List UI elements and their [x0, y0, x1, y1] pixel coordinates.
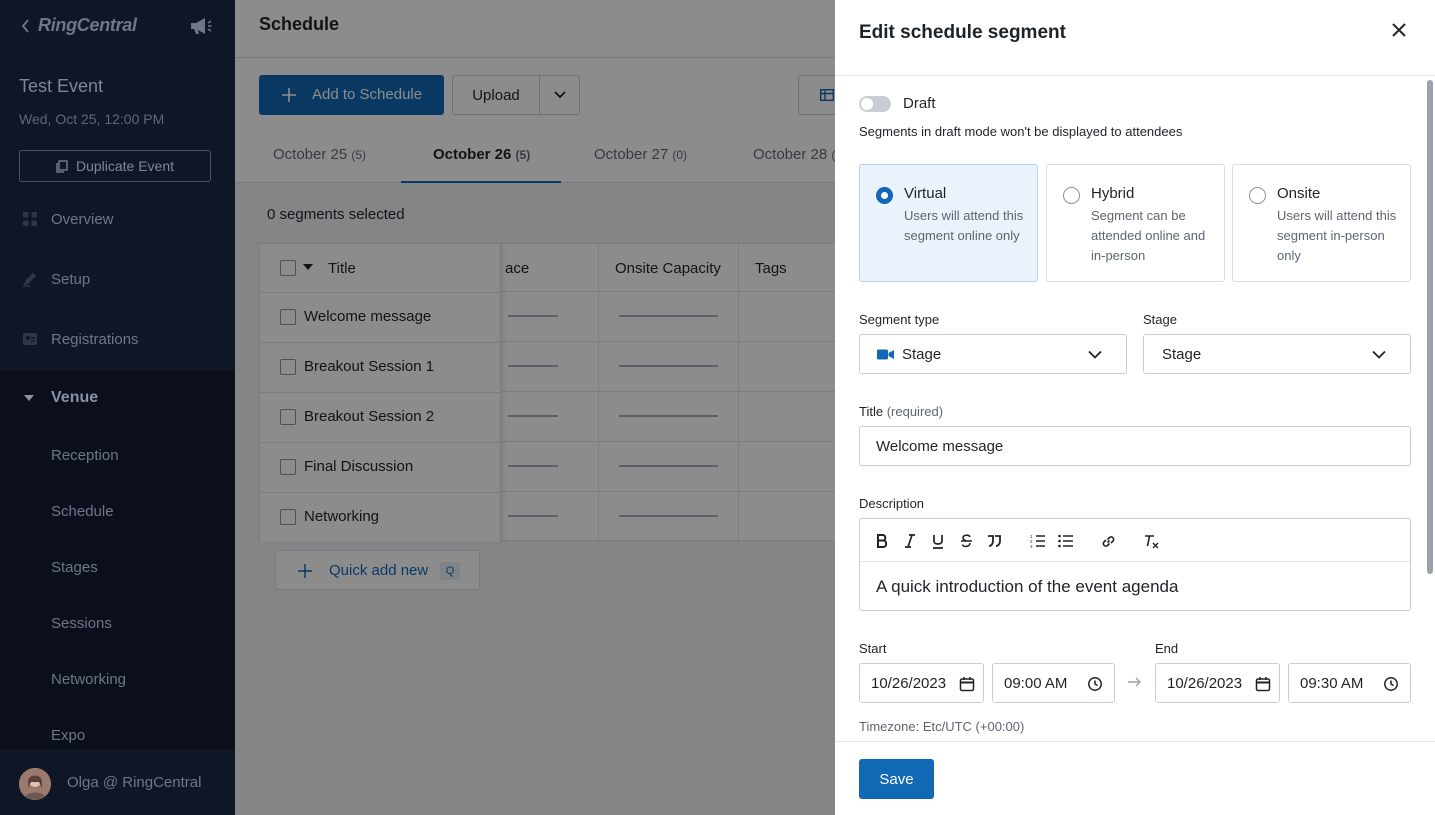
divider: [835, 741, 1435, 742]
chevron-down-icon: [1088, 350, 1102, 359]
mode-title: Hybrid: [1091, 185, 1135, 202]
segment-type-select[interactable]: Stage: [859, 334, 1127, 374]
ordered-list-icon[interactable]: 123: [1027, 531, 1047, 551]
duplicate-event-button[interactable]: Duplicate Event: [19, 150, 211, 182]
copy-icon: [56, 159, 68, 173]
end-time-value: 09:30 AM: [1300, 675, 1364, 692]
save-button[interactable]: Save: [859, 759, 934, 799]
mode-description: Users will attend this segment in-person…: [1277, 208, 1397, 263]
sidebar-item-overview[interactable]: Overview: [0, 199, 235, 239]
bold-icon[interactable]: [872, 531, 892, 551]
sidebar-item-schedule[interactable]: Schedule: [51, 503, 114, 520]
draft-label: Draft: [903, 95, 936, 112]
drawer-title: Edit schedule segment: [859, 22, 1066, 43]
segment-type-value: Stage: [902, 346, 942, 363]
svg-text:3: 3: [1030, 544, 1033, 548]
title-value: Welcome message: [876, 438, 1004, 455]
event-date: Wed, Oct 25, 12:00 PM: [19, 111, 165, 127]
megaphone-icon[interactable]: [188, 16, 212, 36]
clear-format-icon[interactable]: [1141, 531, 1161, 551]
start-date-value: 10/26/2023: [871, 675, 947, 692]
title-label: Title (required): [859, 404, 944, 419]
sidebar-item-label: Setup: [51, 270, 91, 288]
mode-card-hybrid[interactable]: Hybrid Segment can be attended online an…: [1046, 164, 1225, 282]
venue-label: Venue: [51, 389, 99, 406]
sidebar-item-registrations[interactable]: Registrations: [0, 319, 235, 359]
sidebar-item-expo[interactable]: Expo: [51, 727, 85, 744]
description-text: A quick introduction of the event agenda: [876, 577, 1179, 596]
grid-icon: [22, 211, 38, 227]
sidebar-item-venue[interactable]: Venue: [0, 378, 235, 418]
mode-description: Users will attend this segment online on…: [904, 208, 1024, 243]
sidebar-header: RingCentral: [0, 0, 235, 52]
start-time-value: 09:00 AM: [1004, 675, 1068, 692]
sidebar-item-label: Registrations: [51, 330, 139, 348]
hybrid-radio[interactable]: [1063, 187, 1080, 204]
mode-description: Segment can be attended online and in-pe…: [1091, 208, 1206, 263]
quote-icon[interactable]: [984, 531, 1004, 551]
stage-label: Stage: [1143, 312, 1177, 327]
start-label: Start: [859, 641, 887, 656]
description-label: Description: [859, 496, 925, 511]
bullet-list-icon[interactable]: [1055, 531, 1075, 551]
pencil-icon: [22, 271, 38, 287]
edit-segment-drawer: Edit schedule segment Draft Segments in …: [835, 0, 1435, 815]
timezone-text: Timezone: Etc/UTC (+00:00): [859, 719, 1025, 734]
user-name[interactable]: Olga @ RingCentral: [67, 774, 201, 791]
caret-down-icon: [23, 394, 35, 402]
start-time-input[interactable]: 09:00 AM: [992, 663, 1115, 703]
avatar[interactable]: [19, 768, 51, 800]
strikethrough-icon[interactable]: [956, 531, 976, 551]
sidebar-item-networking[interactable]: Networking: [51, 671, 126, 688]
scrollbar-thumb[interactable]: [1427, 80, 1433, 574]
video-camera-icon: [877, 348, 894, 361]
sidebar-item-stages[interactable]: Stages: [51, 559, 98, 576]
arrow-right-icon: [1128, 677, 1142, 687]
end-date-value: 10/26/2023: [1167, 675, 1243, 692]
mode-card-virtual[interactable]: Virtual Users will attend this segment o…: [859, 164, 1038, 282]
end-time-input[interactable]: 09:30 AM: [1288, 663, 1411, 703]
description-editor[interactable]: 123 A quick introduction of the event ag…: [859, 518, 1411, 611]
onsite-radio[interactable]: [1249, 187, 1266, 204]
link-icon[interactable]: [1098, 531, 1118, 551]
sidebar-item-reception[interactable]: Reception: [51, 447, 119, 464]
close-icon[interactable]: [1390, 21, 1408, 39]
divider: [835, 75, 1435, 76]
id-card-icon: [22, 331, 38, 347]
sidebar-item-label: Overview: [51, 210, 114, 228]
title-input[interactable]: Welcome message: [859, 426, 1411, 466]
mode-card-onsite[interactable]: Onsite Users will attend this segment in…: [1232, 164, 1411, 282]
stage-value: Stage: [1162, 346, 1202, 363]
schedule-main: Schedule Add to Schedule Upload October …: [235, 0, 835, 815]
back-chevron-icon[interactable]: [20, 18, 30, 34]
stage-select[interactable]: Stage: [1143, 334, 1411, 374]
mode-title: Onsite: [1277, 185, 1321, 202]
segment-type-label: Segment type: [859, 312, 940, 327]
brand-logo[interactable]: RingCentral: [38, 15, 137, 36]
sidebar: RingCentral Test Event Wed, Oct 25, 12:0…: [0, 0, 235, 815]
event-title: Test Event: [19, 76, 104, 96]
calendar-icon[interactable]: [1255, 676, 1271, 692]
virtual-radio[interactable]: [876, 187, 893, 204]
end-label: End: [1155, 641, 1179, 656]
clock-icon[interactable]: [1383, 676, 1399, 692]
underline-icon[interactable]: [928, 531, 948, 551]
start-date-input[interactable]: 10/26/2023: [859, 663, 984, 703]
duplicate-event-label: Duplicate Event: [75, 158, 175, 174]
italic-icon[interactable]: [900, 531, 920, 551]
draft-help-text: Segments in draft mode won't be displaye…: [859, 124, 1183, 139]
sidebar-item-setup[interactable]: Setup: [0, 259, 235, 299]
end-date-input[interactable]: 10/26/2023: [1155, 663, 1280, 703]
chevron-down-icon: [1372, 350, 1386, 359]
sidebar-item-sessions[interactable]: Sessions: [51, 615, 112, 632]
mode-title: Virtual: [904, 185, 947, 202]
draft-toggle[interactable]: [859, 96, 891, 112]
modal-backdrop[interactable]: [235, 0, 835, 815]
clock-icon[interactable]: [1087, 676, 1103, 692]
calendar-icon[interactable]: [959, 676, 975, 692]
venue-section: [0, 370, 235, 750]
editor-toolbar: 123: [860, 519, 1410, 562]
